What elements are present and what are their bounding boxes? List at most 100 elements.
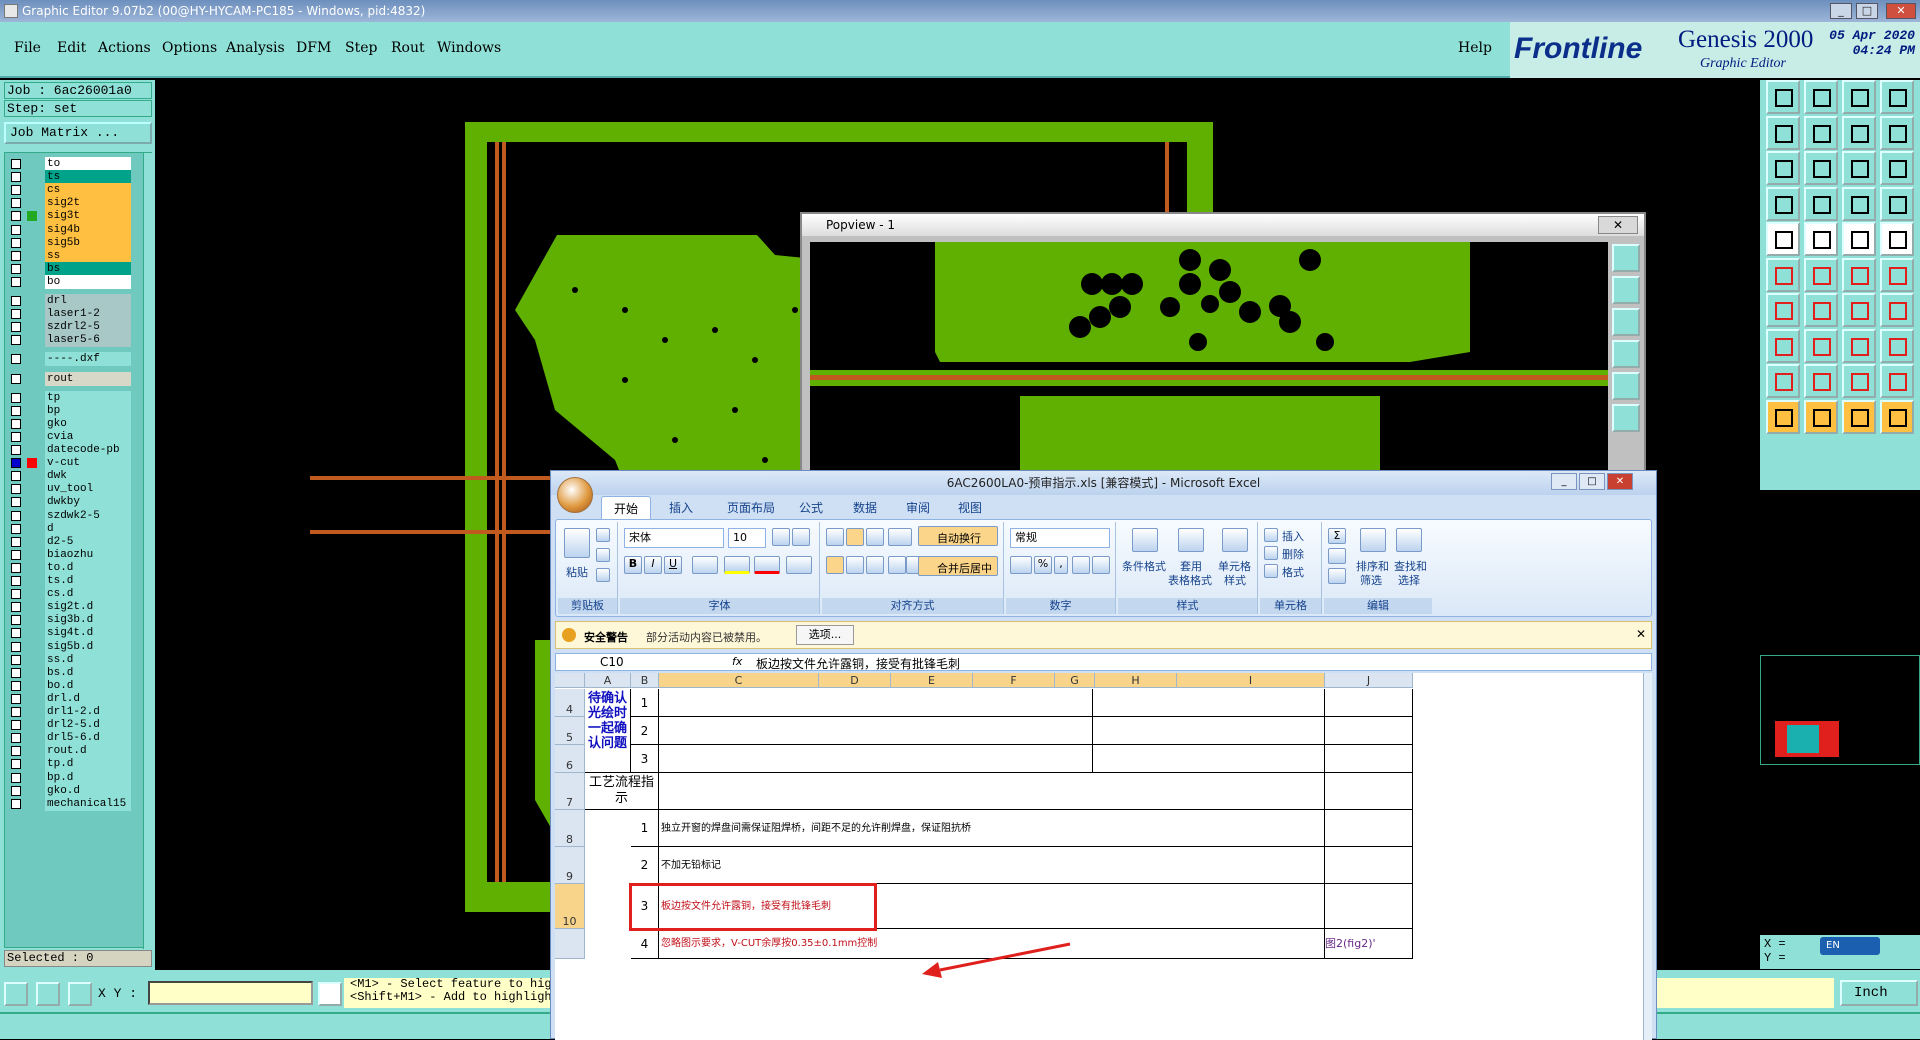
rotate-icon[interactable] bbox=[1842, 293, 1876, 327]
layer-affected-checkbox[interactable] bbox=[11, 615, 21, 626]
layer-affected-checkbox[interactable] bbox=[11, 418, 21, 429]
column-header[interactable]: C bbox=[659, 673, 819, 688]
cell-styles-icon[interactable] bbox=[1222, 528, 1248, 552]
cell-j[interactable] bbox=[1325, 884, 1413, 929]
autosum-icon[interactable]: Σ bbox=[1328, 528, 1346, 544]
insert-cells-label[interactable]: 插入 bbox=[1282, 528, 1304, 544]
underline-icon[interactable]: U bbox=[664, 556, 682, 574]
grid-tool-icon[interactable] bbox=[68, 982, 92, 1006]
phonetic-icon[interactable] bbox=[786, 556, 812, 574]
layer-affected-checkbox[interactable] bbox=[11, 733, 21, 744]
layer-row[interactable]: drl5-6.d bbox=[9, 731, 145, 746]
row-header[interactable]: 4 bbox=[555, 689, 585, 717]
layer-name[interactable]: sig4t.d bbox=[45, 626, 131, 641]
menu-actions[interactable]: Actions bbox=[98, 40, 151, 56]
popview-close-button[interactable]: ✕ bbox=[1598, 216, 1638, 234]
layer-name[interactable]: drl5-6.d bbox=[45, 731, 131, 746]
currency-icon[interactable] bbox=[1010, 556, 1032, 574]
shrink-font-icon[interactable] bbox=[792, 528, 810, 546]
menu-windows[interactable]: Windows bbox=[437, 40, 501, 56]
cell-h[interactable] bbox=[1093, 717, 1325, 745]
layer-row[interactable]: to bbox=[9, 157, 145, 171]
row-header[interactable]: 6 bbox=[555, 745, 585, 773]
xy-input[interactable] bbox=[148, 981, 313, 1005]
repair-icon[interactable] bbox=[1880, 364, 1914, 398]
layer-name[interactable]: laser5-6 bbox=[45, 333, 131, 348]
row-header[interactable]: 7 bbox=[555, 773, 585, 810]
menu-dfm[interactable]: DFM bbox=[296, 40, 331, 56]
cell-j[interactable]: 图2(fig2)' bbox=[1325, 929, 1413, 959]
layer-affected-checkbox[interactable] bbox=[11, 602, 21, 613]
layer-name[interactable]: gko bbox=[45, 416, 131, 431]
layer-affected-checkbox[interactable] bbox=[11, 471, 21, 482]
layer-row[interactable]: rout.d bbox=[9, 744, 145, 759]
move-icon[interactable] bbox=[1766, 257, 1800, 292]
fill-color-icon[interactable] bbox=[724, 556, 750, 574]
layer-row[interactable]: cs bbox=[9, 183, 145, 198]
layer-name[interactable]: to bbox=[45, 157, 131, 171]
sort-filter-icon[interactable] bbox=[1360, 528, 1386, 552]
delete-cells-label[interactable]: 删除 bbox=[1282, 546, 1304, 562]
increase-decimal-icon[interactable] bbox=[1072, 556, 1090, 574]
select-rect-icon[interactable] bbox=[1804, 399, 1838, 434]
layer-name[interactable]: dwk bbox=[45, 469, 131, 484]
tab-data[interactable]: 数据 bbox=[853, 499, 877, 516]
insert-cells-icon[interactable] bbox=[1264, 528, 1278, 542]
layer-affected-checkbox[interactable] bbox=[11, 159, 21, 169]
layer-affected-checkbox[interactable] bbox=[11, 392, 21, 403]
resize-icon[interactable] bbox=[1842, 328, 1876, 363]
layer-affected-checkbox[interactable] bbox=[11, 549, 21, 560]
add-pad-icon[interactable] bbox=[1766, 222, 1800, 256]
layer-row[interactable]: drl bbox=[9, 294, 145, 308]
layer-affected-checkbox[interactable] bbox=[11, 693, 21, 704]
column-header[interactable]: I bbox=[1177, 673, 1325, 688]
layer-affected-checkbox[interactable] bbox=[11, 237, 21, 248]
layer-name[interactable]: sig5b bbox=[45, 235, 131, 250]
comma-icon[interactable]: , bbox=[1054, 556, 1068, 574]
layer-row[interactable]: szdwk2-5 bbox=[9, 508, 145, 523]
check-icon[interactable] bbox=[1804, 364, 1838, 398]
drc-icon[interactable] bbox=[1766, 364, 1800, 398]
layer-row[interactable]: gko.d bbox=[9, 783, 145, 798]
pop-tool-4-icon[interactable] bbox=[1612, 340, 1640, 368]
layer-name[interactable]: drl.d bbox=[45, 691, 131, 706]
layer-affected-checkbox[interactable] bbox=[11, 198, 21, 209]
cell-h[interactable] bbox=[1093, 689, 1325, 717]
menu-step[interactable]: Step bbox=[345, 40, 377, 56]
layer-name[interactable]: ts bbox=[45, 170, 131, 185]
formula-content[interactable]: 板边按文件允许露铜，接受有批锋毛刺 bbox=[756, 655, 960, 672]
font-name-box[interactable]: 宋体 bbox=[624, 528, 724, 548]
layer-row[interactable]: cvia bbox=[9, 429, 145, 444]
row-header[interactable]: 9 bbox=[555, 847, 585, 884]
maximize-button[interactable]: □ bbox=[1856, 3, 1878, 19]
layer-row[interactable]: sig2t bbox=[9, 196, 145, 211]
find-select-icon[interactable] bbox=[1396, 528, 1422, 552]
layer-affected-checkbox[interactable] bbox=[11, 172, 21, 183]
layer-row[interactable]: mechanical15 bbox=[9, 796, 145, 811]
cell-j[interactable] bbox=[1325, 745, 1413, 773]
zoom-window-icon[interactable] bbox=[1880, 80, 1914, 114]
layer-affected-checkbox[interactable] bbox=[11, 309, 21, 320]
layer-name[interactable]: ts.d bbox=[45, 574, 131, 588]
layer-row[interactable]: datecode-pb bbox=[9, 443, 145, 457]
menu-analysis[interactable]: Analysis bbox=[226, 40, 285, 56]
layer-affected-checkbox[interactable] bbox=[11, 497, 21, 508]
layer-name[interactable]: bo.d bbox=[45, 678, 131, 693]
layer-name[interactable]: ss.d bbox=[45, 652, 131, 667]
layer-row[interactable]: bo bbox=[9, 274, 145, 289]
menu-edit[interactable]: Edit bbox=[57, 40, 86, 56]
vertical-scrollbar[interactable] bbox=[1643, 673, 1652, 1040]
align-top-icon[interactable] bbox=[826, 528, 844, 546]
layer-affected-checkbox[interactable] bbox=[11, 667, 21, 678]
grow-font-icon[interactable] bbox=[772, 528, 790, 546]
layer-affected-checkbox[interactable] bbox=[11, 628, 21, 639]
zoom-home2-icon[interactable] bbox=[1842, 80, 1876, 114]
row-header[interactable]: 10 bbox=[555, 884, 585, 929]
cell-c[interactable] bbox=[659, 689, 1093, 717]
font-color-icon[interactable] bbox=[754, 556, 780, 574]
layer-name[interactable]: sig2t bbox=[45, 196, 131, 211]
layer-name[interactable]: rout.d bbox=[45, 744, 131, 759]
layer-row[interactable]: dwk bbox=[9, 469, 145, 484]
layer-row[interactable]: bp bbox=[9, 403, 145, 418]
layer-row[interactable]: tp.d bbox=[9, 757, 145, 772]
